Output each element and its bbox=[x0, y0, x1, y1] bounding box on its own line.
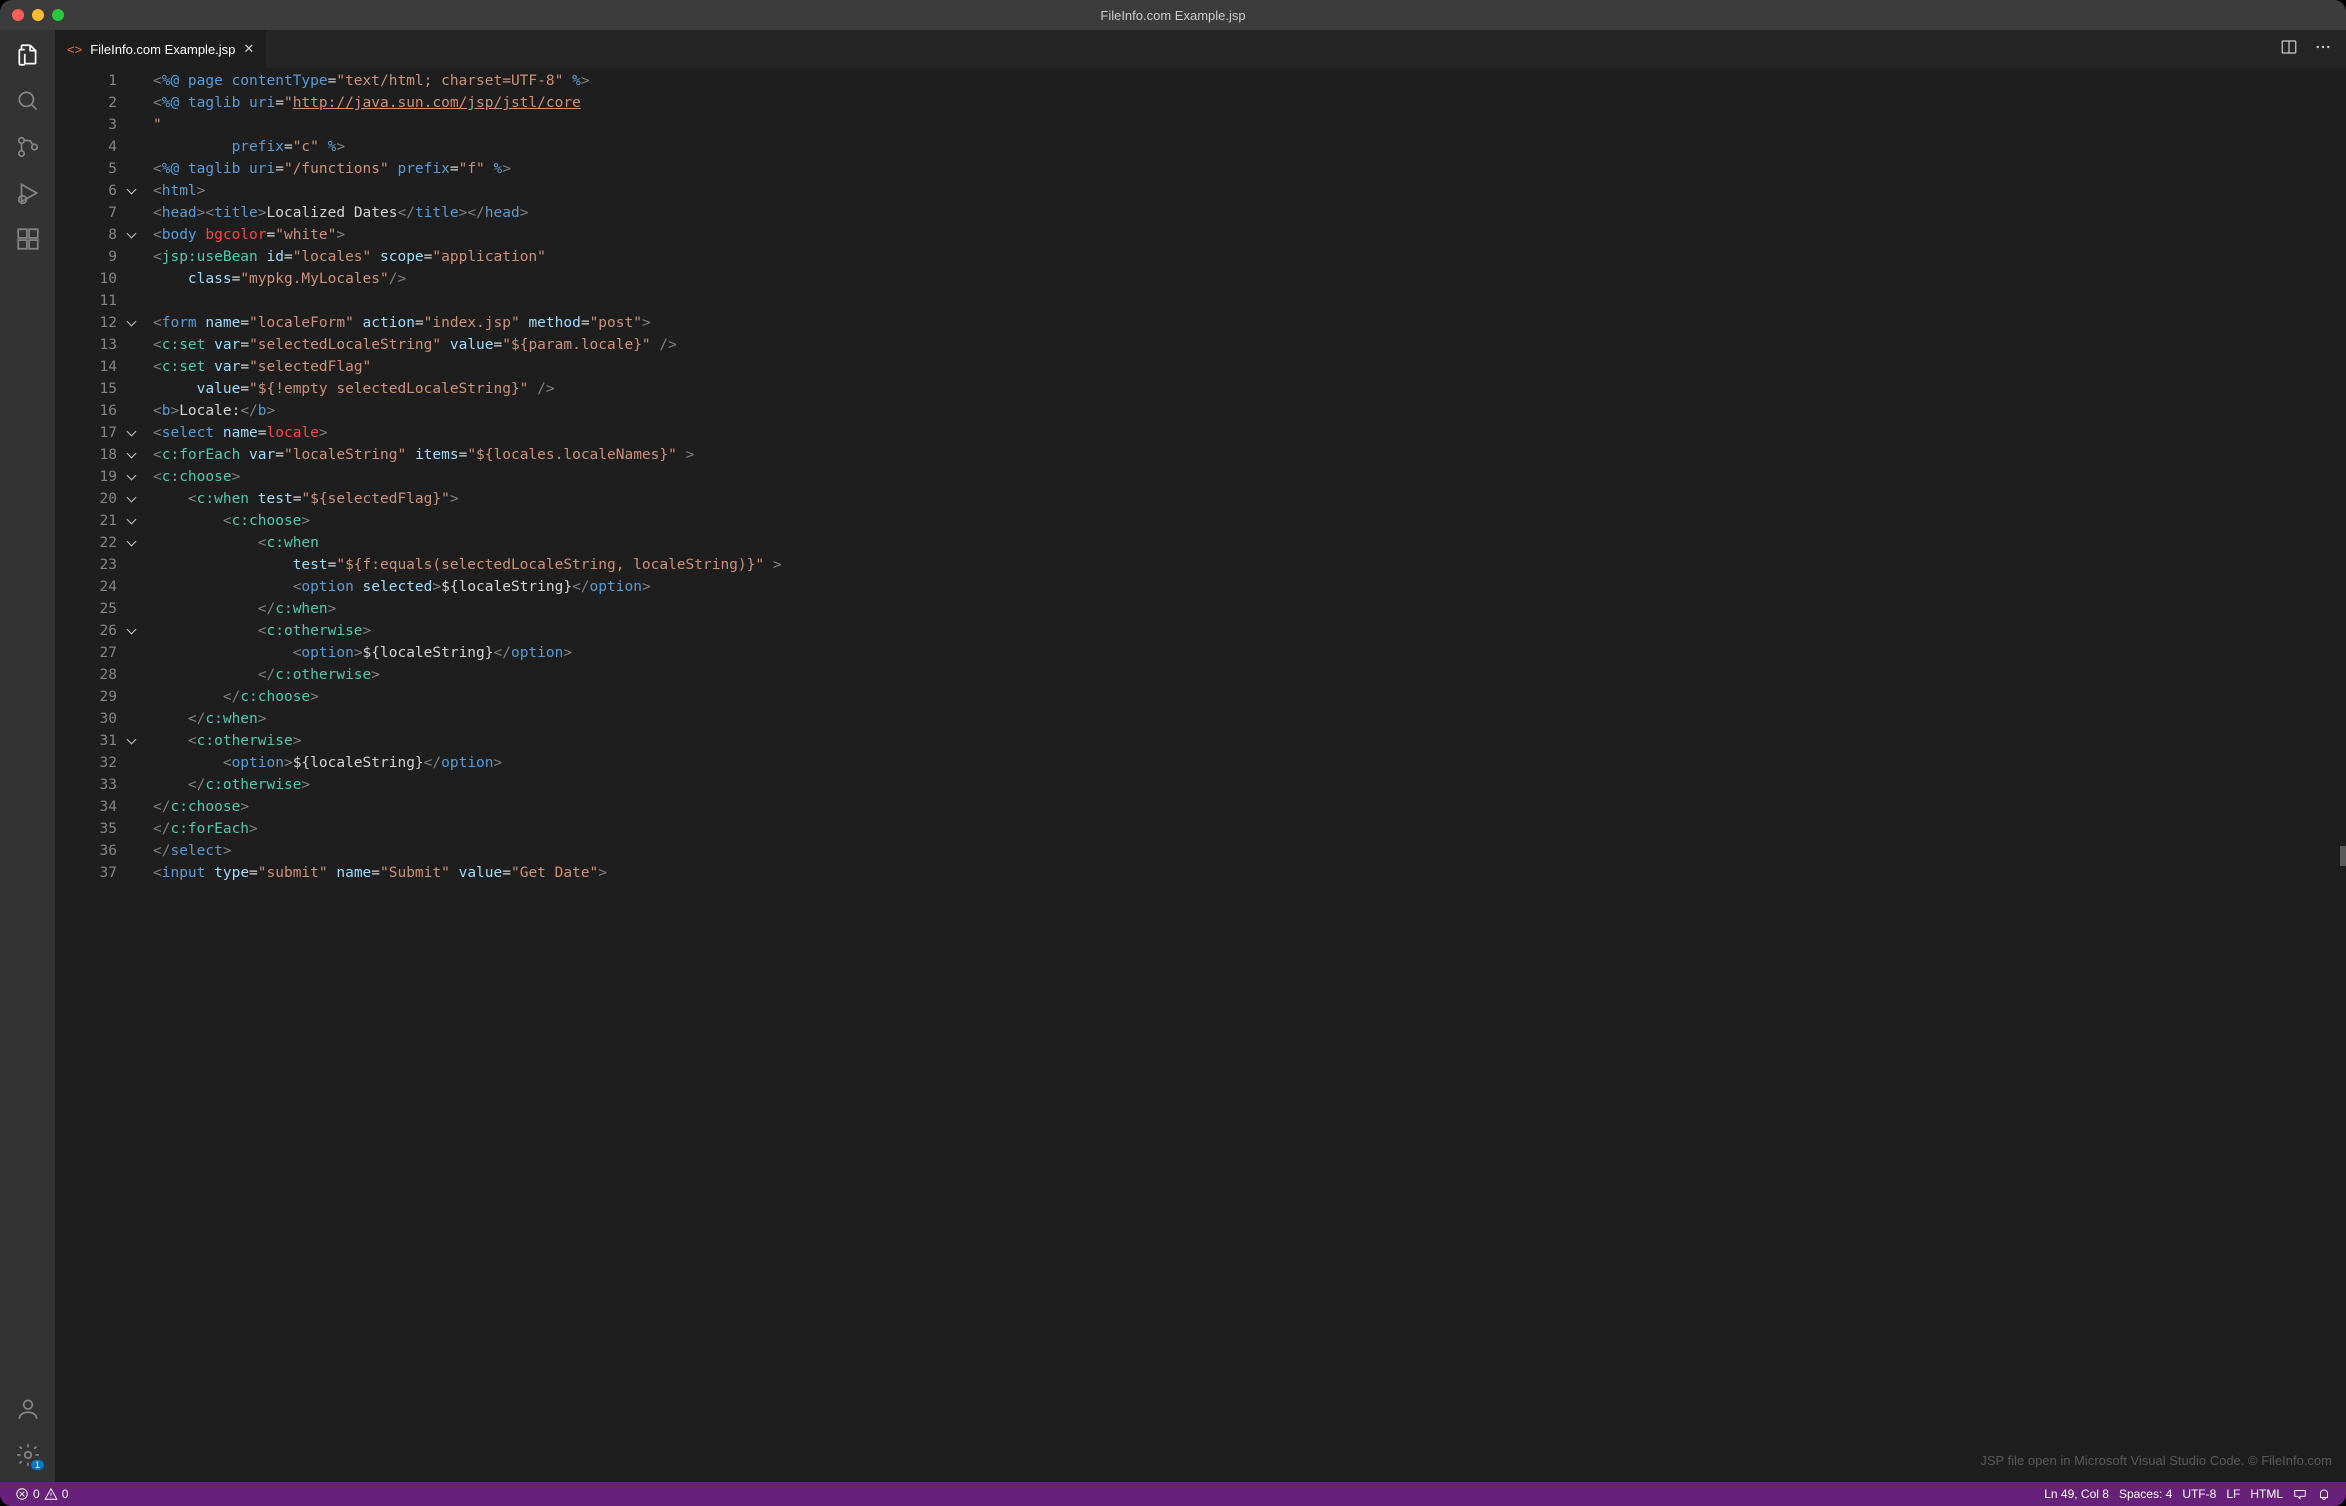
fold-toggle[interactable] bbox=[123, 532, 139, 554]
scrollbar-thumb[interactable] bbox=[2340, 846, 2346, 866]
fold-toggle[interactable] bbox=[123, 730, 139, 752]
status-bar: 0 0 Ln 49, Col 8 Spaces: 4 UTF-8 LF HTML bbox=[0, 1482, 2346, 1506]
activity-bar: 1 bbox=[0, 30, 55, 1482]
tabs-row: <> FileInfo.com Example.jsp ✕ bbox=[55, 30, 2346, 68]
feedback-icon[interactable] bbox=[2288, 1487, 2312, 1501]
extensions-icon[interactable] bbox=[15, 226, 41, 252]
split-editor-icon[interactable] bbox=[2280, 38, 2298, 61]
settings-badge: 1 bbox=[31, 1460, 44, 1470]
close-window-button[interactable] bbox=[12, 9, 24, 21]
fold-toggle[interactable] bbox=[123, 180, 139, 202]
main-area: 1 <> FileInfo.com Example.jsp ✕ 12345678… bbox=[0, 30, 2346, 1482]
tab-actions bbox=[2280, 38, 2346, 61]
line-number-gutter: 1234567891011121314151617181920212223242… bbox=[55, 68, 123, 1482]
status-language[interactable]: HTML bbox=[2245, 1487, 2288, 1501]
traffic-lights bbox=[12, 0, 64, 30]
notifications-icon[interactable] bbox=[2312, 1487, 2336, 1501]
editor-area: <> FileInfo.com Example.jsp ✕ 1234567891… bbox=[55, 30, 2346, 1482]
code-content[interactable]: <%@ page contentType="text/html; charset… bbox=[139, 68, 2346, 1482]
close-tab-icon[interactable]: ✕ bbox=[243, 41, 254, 57]
explorer-icon[interactable] bbox=[15, 42, 41, 68]
fold-toggle[interactable] bbox=[123, 488, 139, 510]
code-editor[interactable]: 1234567891011121314151617181920212223242… bbox=[55, 68, 2346, 1482]
scrollbar[interactable] bbox=[2340, 68, 2346, 1482]
maximize-window-button[interactable] bbox=[52, 9, 64, 21]
watermark-text: JSP file open in Microsoft Visual Studio… bbox=[1980, 1450, 2332, 1472]
window-title: FileInfo.com Example.jsp bbox=[1100, 8, 1245, 23]
status-eol[interactable]: LF bbox=[2221, 1487, 2245, 1501]
more-actions-icon[interactable] bbox=[2314, 38, 2332, 61]
minimize-window-button[interactable] bbox=[32, 9, 44, 21]
account-icon[interactable] bbox=[15, 1396, 41, 1422]
fold-toggle[interactable] bbox=[123, 466, 139, 488]
fold-toggle[interactable] bbox=[123, 422, 139, 444]
fold-toggle[interactable] bbox=[123, 312, 139, 334]
status-problems[interactable]: 0 0 bbox=[10, 1487, 73, 1501]
fold-toggle[interactable] bbox=[123, 510, 139, 532]
fold-toggle[interactable] bbox=[123, 620, 139, 642]
fold-gutter bbox=[123, 68, 139, 1482]
status-encoding[interactable]: UTF-8 bbox=[2177, 1487, 2221, 1501]
fold-toggle[interactable] bbox=[123, 444, 139, 466]
file-tab-label: FileInfo.com Example.jsp bbox=[90, 42, 235, 57]
status-indent[interactable]: Spaces: 4 bbox=[2114, 1487, 2177, 1501]
file-tab[interactable]: <> FileInfo.com Example.jsp ✕ bbox=[55, 30, 267, 68]
vscode-window: FileInfo.com Example.jsp bbox=[0, 0, 2346, 1506]
titlebar: FileInfo.com Example.jsp bbox=[0, 0, 2346, 30]
fold-toggle[interactable] bbox=[123, 224, 139, 246]
source-control-icon[interactable] bbox=[15, 134, 41, 160]
jsp-file-icon: <> bbox=[67, 42, 82, 57]
run-debug-icon[interactable] bbox=[15, 180, 41, 206]
status-cursor[interactable]: Ln 49, Col 8 bbox=[2039, 1487, 2114, 1501]
settings-gear-icon[interactable]: 1 bbox=[15, 1442, 41, 1468]
search-icon[interactable] bbox=[15, 88, 41, 114]
